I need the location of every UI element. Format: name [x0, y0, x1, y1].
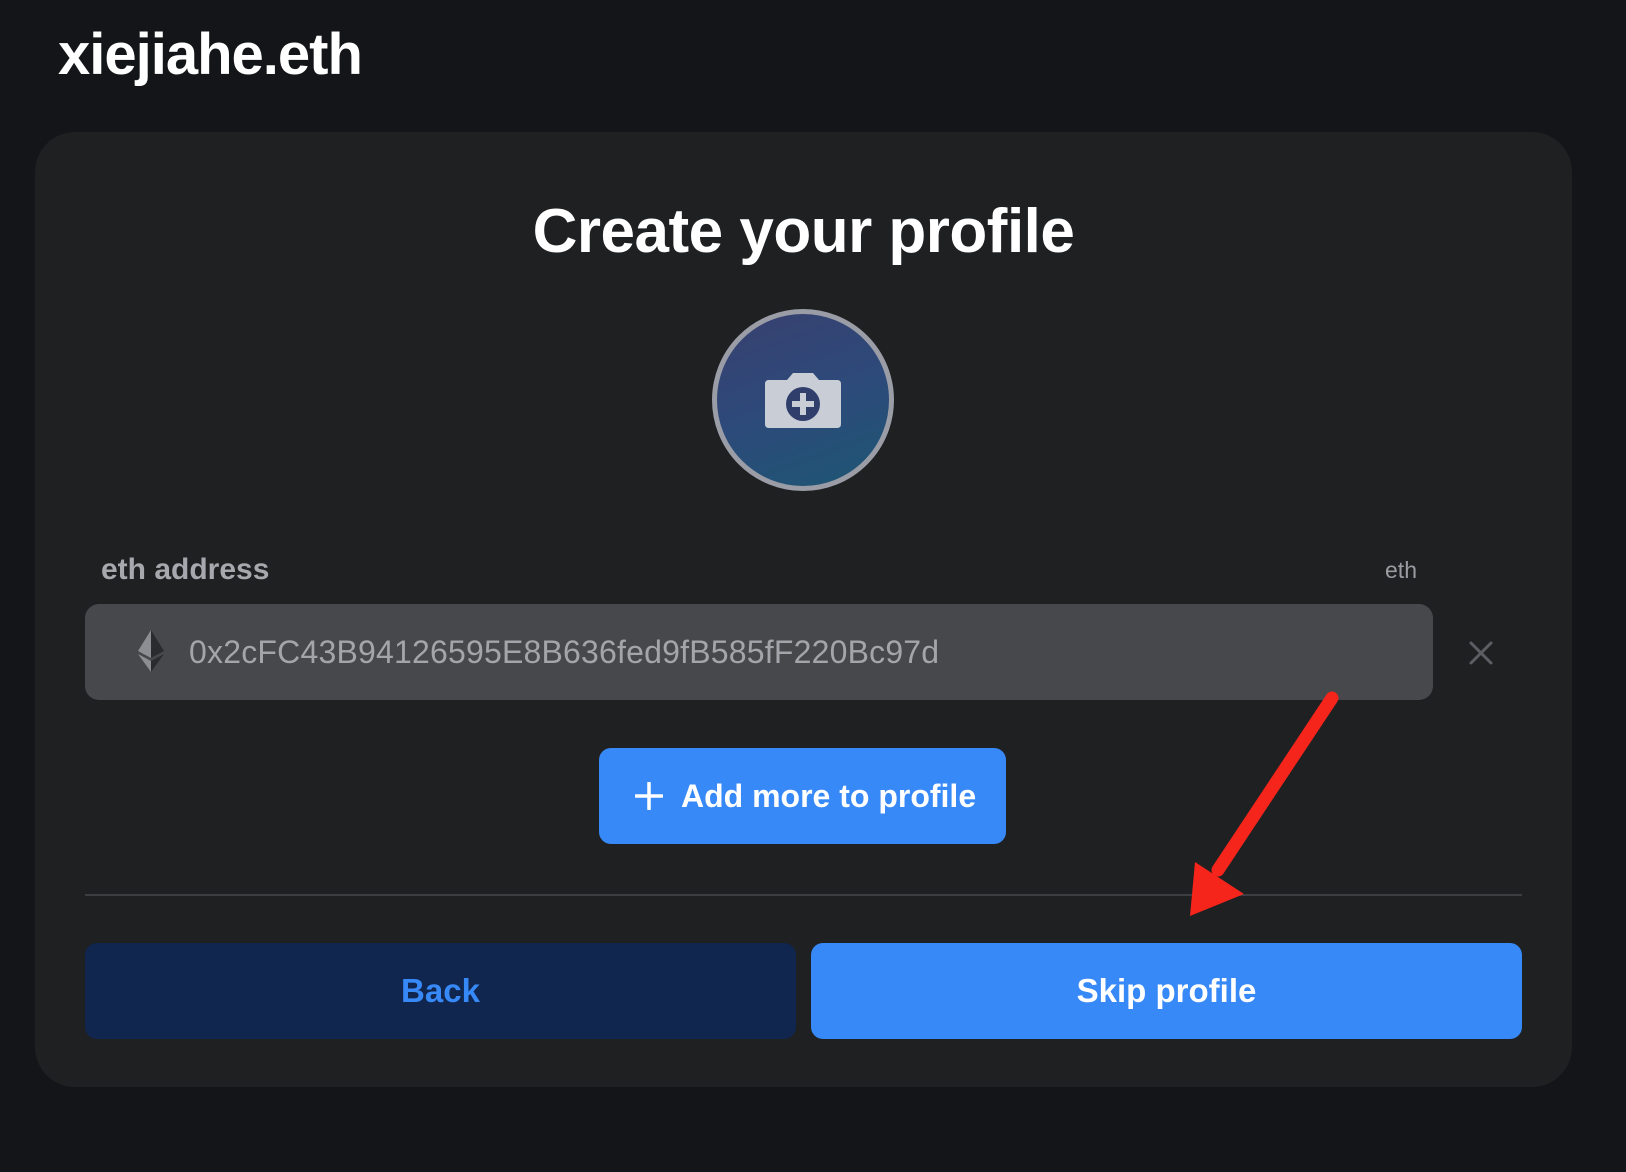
site-name: xiejiahe.eth — [58, 22, 363, 87]
eth-address-value[interactable]: 0x2cFC43B94126595E8B636fed9fB585fF220Bc9… — [189, 630, 939, 674]
back-button[interactable]: Back — [85, 943, 796, 1039]
divider — [85, 894, 1522, 896]
add-more-label: Add more to profile — [681, 778, 977, 814]
close-icon — [1469, 641, 1493, 665]
remove-field-button[interactable] — [1463, 635, 1499, 671]
ethereum-icon — [138, 630, 164, 672]
create-profile-card: Create your profile eth address eth 0x2c… — [35, 132, 1572, 1087]
plus-icon — [635, 782, 663, 810]
camera-plus-icon — [765, 373, 841, 428]
eth-address-label: eth address — [101, 553, 270, 586]
page-title: Create your profile — [532, 197, 1075, 266]
eth-record-hint: eth — [1385, 557, 1417, 583]
add-more-to-profile-button[interactable]: Add more to profile — [599, 748, 1006, 844]
eth-address-field[interactable]: 0x2cFC43B94126595E8B636fed9fB585fF220Bc9… — [85, 604, 1433, 700]
avatar-upload-button[interactable] — [712, 309, 894, 491]
skip-profile-button[interactable]: Skip profile — [811, 943, 1522, 1039]
